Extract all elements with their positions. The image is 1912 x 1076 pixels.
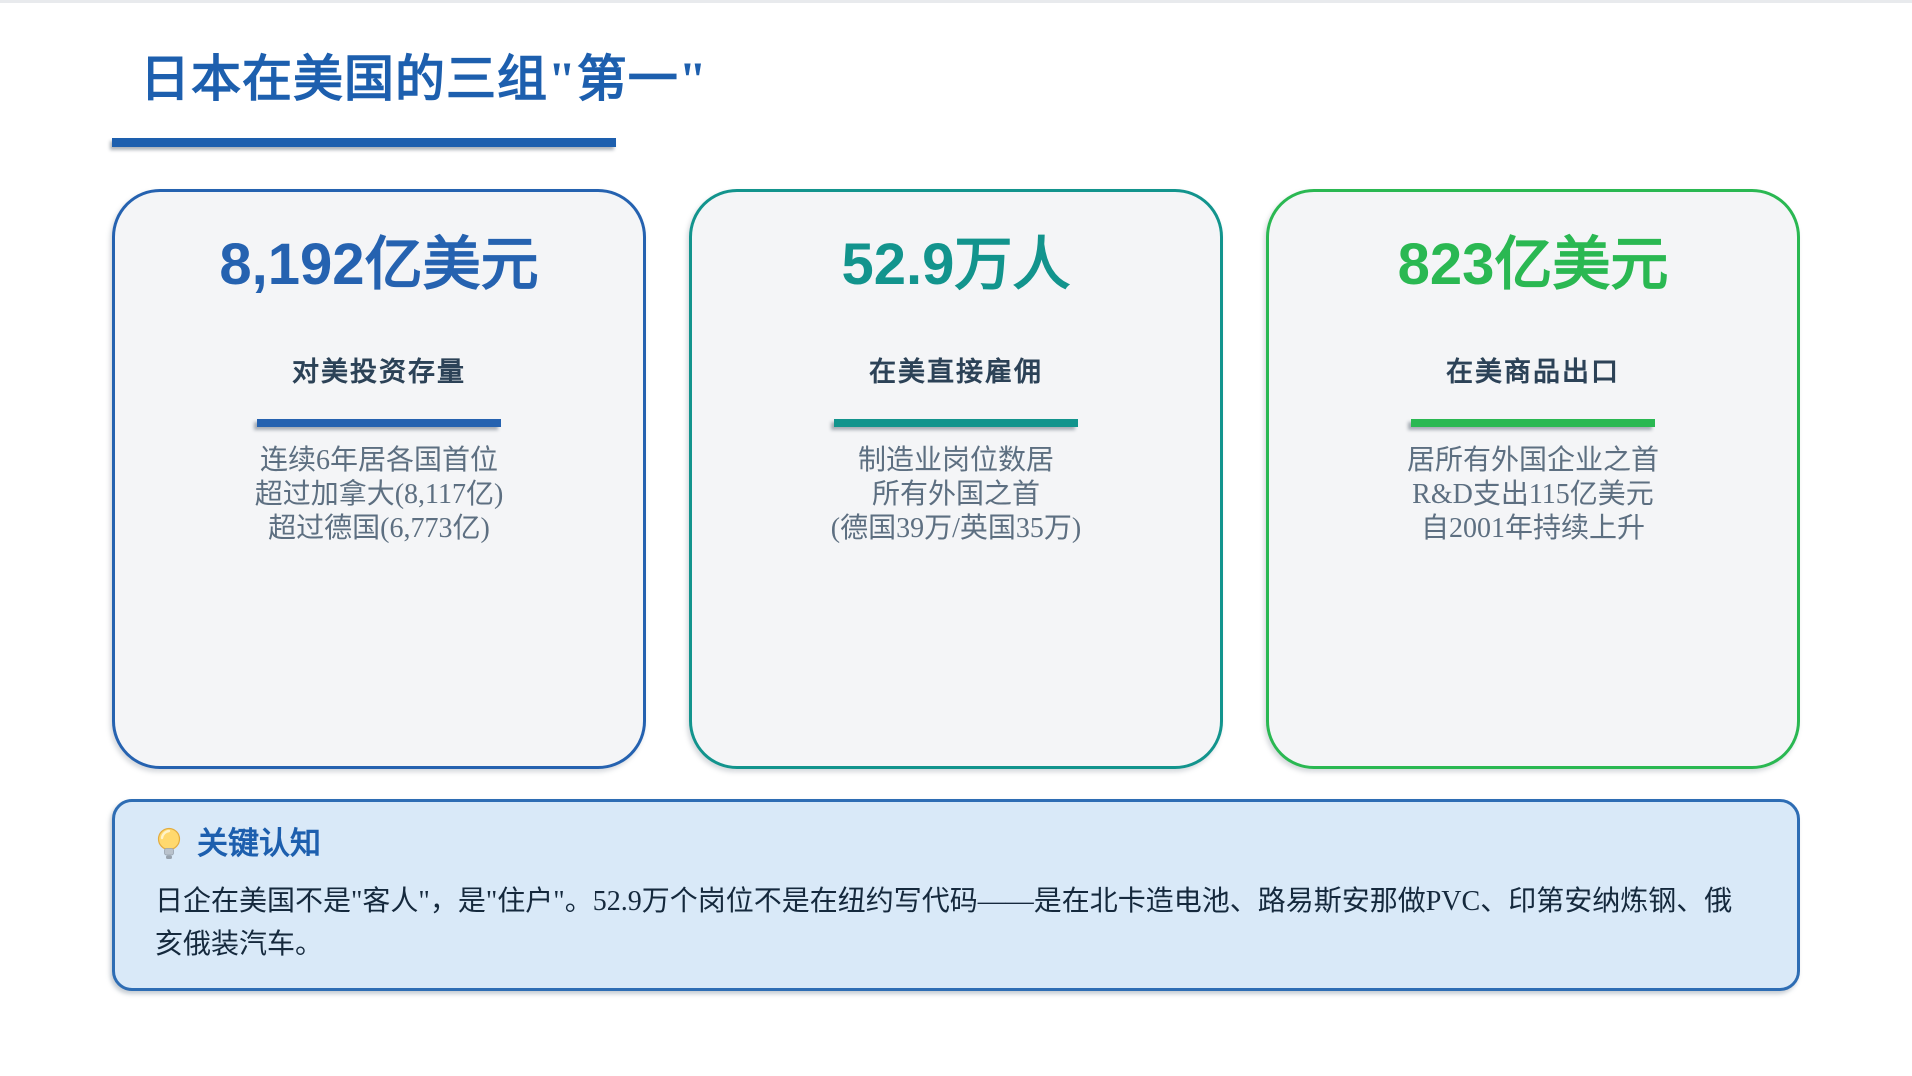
stat-label: 在美直接雇佣 (869, 357, 1043, 387)
key-insight-callout: 关键认知 日企在美国不是"客人"，是"住户"。52.9万个岗位不是在纽约写代码—… (112, 799, 1800, 991)
stat-details: 居所有外国企业之首 R&D支出115亿美元 自2001年持续上升 (1269, 444, 1797, 546)
stat-value: 52.9万人 (841, 232, 1071, 297)
stat-detail-line: 所有外国之首 (871, 479, 1040, 510)
accent-divider (1411, 419, 1655, 427)
stat-detail-line: 制造业岗位数居 (857, 445, 1054, 476)
callout-body: 日企在美国不是"客人"，是"住户"。52.9万个岗位不是在纽约写代码——是在北卡… (155, 886, 1733, 960)
stat-detail-line: 连续6年居各国首位 (259, 445, 498, 476)
stat-details: 连续6年居各国首位 超过加拿大(8,117亿) 超过德国(6,773亿) (115, 444, 643, 546)
stat-detail-line: (德国39万/英国35万) (830, 513, 1082, 544)
stat-cards-row: 8,192亿美元 对美投资存量 连续6年居各国首位 超过加拿大(8,117亿) … (112, 189, 1800, 769)
stat-detail-line: 居所有外国企业之首 (1406, 445, 1659, 476)
stat-label: 对美投资存量 (292, 357, 466, 387)
callout-heading: 关键认知 (155, 824, 1757, 864)
accent-divider (257, 419, 501, 427)
stat-detail-line: 自2001年持续上升 (1420, 513, 1645, 544)
stat-card-employment: 52.9万人 在美直接雇佣 制造业岗位数居 所有外国之首 (德国39万/英国35… (689, 189, 1223, 769)
accent-divider (834, 419, 1078, 427)
stat-label: 在美商品出口 (1446, 357, 1620, 387)
stat-detail-line: 超过德国(6,773亿) (268, 513, 490, 544)
stat-details: 制造业岗位数居 所有外国之首 (德国39万/英国35万) (692, 444, 1220, 546)
stat-card-exports: 823亿美元 在美商品出口 居所有外国企业之首 R&D支出115亿美元 自200… (1266, 189, 1800, 769)
stat-detail-line: 超过加拿大(8,117亿) (254, 479, 504, 510)
stat-detail-line: R&D支出115亿美元 (1412, 479, 1654, 510)
stat-card-investment: 8,192亿美元 对美投资存量 连续6年居各国首位 超过加拿大(8,117亿) … (112, 189, 646, 769)
stat-value: 823亿美元 (1397, 232, 1669, 297)
stat-value: 8,192亿美元 (219, 232, 539, 297)
lightbulb-icon (155, 826, 183, 862)
title-underline (112, 138, 616, 147)
page-title: 日本在美国的三组"第一" (140, 51, 708, 107)
callout-heading-label: 关键认知 (197, 826, 321, 861)
slide: 日本在美国的三组"第一" 8,192亿美元 对美投资存量 连续6年居各国首位 超… (0, 0, 1912, 1076)
